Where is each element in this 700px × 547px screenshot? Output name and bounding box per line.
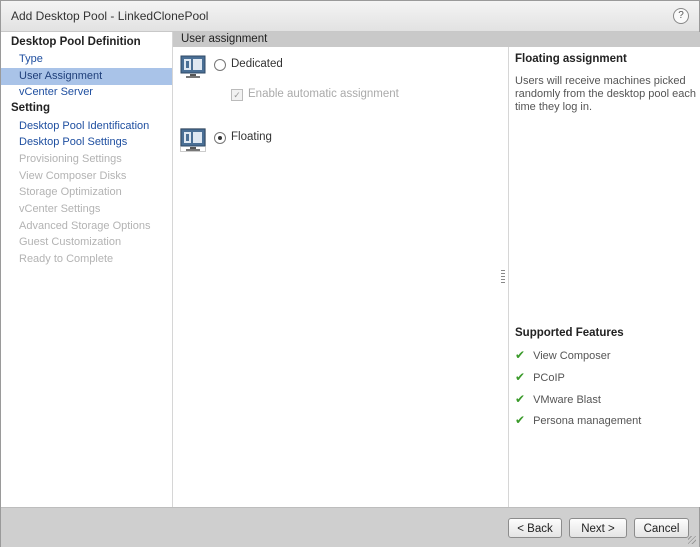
nav-item-pool-identification[interactable]: Desktop Pool Identification <box>1 118 172 135</box>
assignment-panel: Dedicated ✓ Enable automatic assignment … <box>173 47 507 507</box>
resize-grip[interactable] <box>688 536 696 544</box>
cancel-button[interactable]: Cancel <box>634 518 689 538</box>
monitor-icon <box>180 128 206 152</box>
nav-item-guest-customization: Guest Customization <box>19 236 122 248</box>
dedicated-radio[interactable] <box>214 59 226 71</box>
nav-item-vcenter-server[interactable]: vCenter Server <box>1 84 172 101</box>
auto-assignment-checkbox: ✓ <box>231 89 243 101</box>
dialog-footer: < Back Next > Cancel <box>1 507 699 547</box>
feature-item: ✔ View Composer <box>515 348 611 362</box>
auto-assignment-label: Enable automatic assignment <box>248 88 399 100</box>
dedicated-label: Dedicated <box>231 58 283 70</box>
monitor-icon <box>180 55 206 78</box>
checkmark-icon: ✔ <box>515 392 526 406</box>
checkmark-icon: ✔ <box>515 370 526 384</box>
feature-item: ✔ Persona management <box>515 413 642 427</box>
checkmark-icon: ✔ <box>515 348 526 362</box>
checkmark-icon: ✔ <box>515 413 526 427</box>
section-header: User assignment <box>173 32 700 47</box>
feature-item: ✔ PCoIP <box>515 370 565 384</box>
nav-item-advanced-storage: Advanced Storage Options <box>19 220 151 232</box>
assignment-help-title: Floating assignment <box>515 53 627 65</box>
floating-label: Floating <box>231 131 272 143</box>
nav-item-provisioning-settings: Provisioning Settings <box>19 153 122 165</box>
nav-item-type[interactable]: Type <box>1 51 172 68</box>
nav-item-view-composer-disks: View Composer Disks <box>19 170 127 182</box>
window-title: Add Desktop Pool - LinkedClonePool <box>11 9 209 23</box>
nav-heading-setting: Setting <box>11 102 50 114</box>
features-title: Supported Features <box>515 327 624 339</box>
help-icon[interactable]: ? <box>673 8 689 24</box>
assignment-help-text: Users will receive machines picked rando… <box>515 75 696 113</box>
wizard-nav: Desktop Pool Definition Type User Assign… <box>1 32 173 507</box>
nav-item-pool-settings[interactable]: Desktop Pool Settings <box>1 134 172 151</box>
floating-radio[interactable] <box>214 132 226 144</box>
panel-splitter[interactable] <box>501 270 505 284</box>
back-button[interactable]: < Back <box>508 518 562 538</box>
help-side-panel: Floating assignment Users will receive m… <box>508 47 700 507</box>
nav-item-vcenter-settings: vCenter Settings <box>19 203 101 215</box>
nav-item-user-assignment[interactable]: User Assignment <box>1 68 172 85</box>
add-desktop-pool-dialog: Add Desktop Pool - LinkedClonePool ? Des… <box>0 0 700 547</box>
title-bar: Add Desktop Pool - LinkedClonePool ? <box>1 1 699 32</box>
nav-heading-definition: Desktop Pool Definition <box>11 36 141 48</box>
nav-item-storage-optimization: Storage Optimization <box>19 186 122 198</box>
next-button[interactable]: Next > <box>569 518 627 538</box>
feature-item: ✔ VMware Blast <box>515 392 601 406</box>
nav-item-ready-to-complete: Ready to Complete <box>19 253 114 265</box>
